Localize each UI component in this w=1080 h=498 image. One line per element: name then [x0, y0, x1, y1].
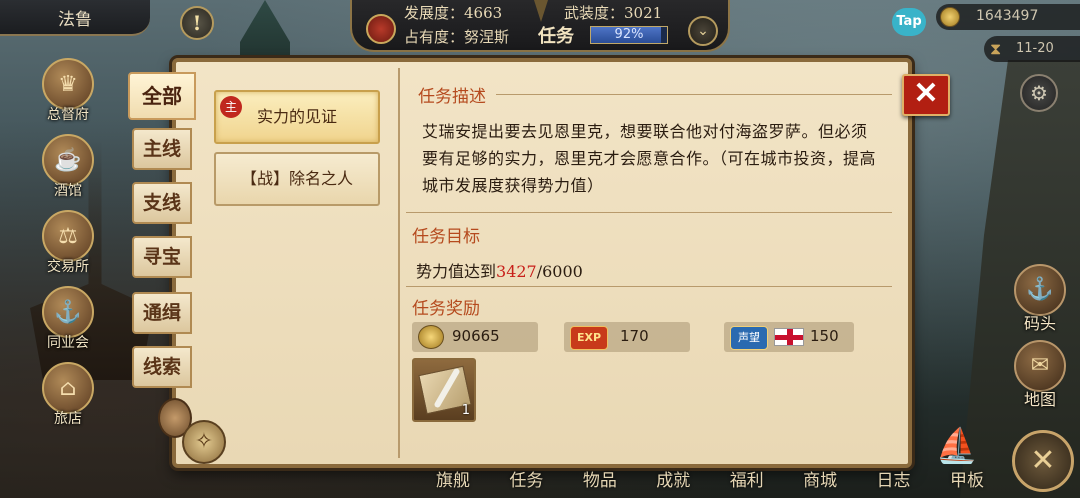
map-label: 地图 [1023, 390, 1056, 409]
building-label: 酒馆 [54, 183, 82, 199]
quest-item-proof-of-strength[interactable]: 主 实力的见证 [214, 90, 380, 144]
nav-flagship[interactable]: 旗舰 [436, 466, 470, 498]
map-icon: ✉ [1014, 340, 1066, 392]
tab-all[interactable]: 全部 [128, 72, 196, 120]
reward-gold-value: 90665 [452, 327, 500, 345]
section-divider [406, 286, 892, 287]
main-quest-tag: 主 [220, 96, 242, 118]
nav-mission[interactable]: 任务 [509, 466, 543, 498]
quest-label: 实力的见证 [256, 107, 337, 126]
fame-icon: 声望 [730, 326, 768, 350]
quest-item-battle[interactable]: 【战】除名之人 [214, 152, 380, 206]
stat-divider [534, 0, 548, 22]
building-label: 旅店 [54, 411, 82, 427]
building-label: 同业会 [47, 335, 89, 351]
development-stat: 发展度：4663 [404, 4, 503, 22]
beer-icon: ☕ [42, 134, 94, 186]
map-button[interactable]: ✉ 地图 [1012, 340, 1068, 410]
mission-progress-text: 92% [614, 27, 644, 42]
quest-goal: 势力值达到3427/6000 [416, 258, 583, 282]
city-name-label: 法鲁 [58, 9, 92, 30]
nav-achievements[interactable]: 成就 [656, 466, 690, 498]
ship-icon[interactable]: ⛵ [932, 426, 982, 482]
tap-button[interactable]: Tap [892, 8, 926, 36]
item-count: 1 [461, 403, 470, 418]
gear-icon[interactable]: ⚙ [1020, 74, 1058, 112]
nav-welfare[interactable]: 福利 [730, 466, 764, 498]
crown-icon: ♛ [42, 58, 94, 110]
coin-icon [418, 325, 444, 349]
nav-items[interactable]: 物品 [583, 466, 617, 498]
building-governor[interactable]: ♛ 总督府 [40, 58, 96, 124]
hourglass-icon: ⧗ [990, 39, 1002, 58]
reward-title: 任务奖励 [412, 299, 480, 319]
dock-label: 码头 [1023, 314, 1056, 333]
reward-exp-value: 170 [620, 327, 649, 345]
alert-icon[interactable]: ! [180, 6, 214, 40]
date-counter: ⧗ 11-20 [984, 36, 1080, 62]
reward-exp: EXP 170 [564, 322, 690, 352]
goal-current: 3427 [496, 262, 537, 281]
building-guild[interactable]: ⚓ 同业会 [40, 286, 96, 352]
occupation-stat: 占有度：努涅斯 [404, 28, 510, 46]
goal-prefix: 势力值达到 [416, 262, 497, 281]
gold-counter: 1643497 [936, 4, 1080, 30]
crossed-swords-icon[interactable]: ✕ [1012, 430, 1074, 492]
bottom-nav: 旗舰 任务 物品 成就 福利 商城 日志 甲板 [430, 466, 990, 498]
city-stats-bar: 发展度：4663 武装度：3021 占有度：努涅斯 任务 92% ⌄ [350, 0, 730, 52]
description-title: 任务描述 [418, 87, 486, 107]
inn-icon: ⌂ [42, 362, 94, 414]
reward-fame-value: 150 [810, 327, 839, 345]
tab-clues[interactable]: 线索 [132, 346, 192, 388]
dock-icon: ⚓ [1014, 264, 1066, 316]
england-flag-icon [774, 328, 804, 346]
building-exchange[interactable]: ⚖ 交易所 [40, 210, 96, 276]
nation-flag-icon[interactable] [366, 14, 396, 44]
nav-shop[interactable]: 商城 [803, 466, 837, 498]
nav-log[interactable]: 日志 [877, 466, 911, 498]
scales-icon: ⚖ [42, 210, 94, 262]
mission-panel: 主 实力的见证 【战】除名之人 任务描述 艾瑞安提出要去见恩里克，想要联合他对付… [172, 58, 912, 468]
date-value: 11-20 [1016, 41, 1054, 56]
armament-stat: 武装度：3021 [564, 4, 663, 22]
quest-label: 【战】除名之人 [240, 169, 353, 188]
tab-main[interactable]: 主线 [132, 128, 192, 170]
mission-tab-title: 任务 [538, 26, 574, 47]
tab-wanted[interactable]: 通缉 [132, 292, 192, 334]
exp-icon: EXP [570, 326, 608, 350]
tab-side[interactable]: 支线 [132, 182, 192, 224]
quest-list: 主 实力的见证 【战】除名之人 [196, 72, 396, 460]
compass-icon[interactable]: ✧ [182, 420, 226, 464]
coin-icon [940, 7, 960, 27]
building-inn[interactable]: ⌂ 旅店 [40, 362, 96, 428]
quest-detail: 任务描述 艾瑞安提出要去见恩里克，想要联合他对付海盗罗萨。但必须要有足够的实力，… [406, 72, 896, 462]
dock-button[interactable]: ⚓ 码头 [1012, 264, 1068, 334]
guild-icon: ⚓ [42, 286, 94, 338]
reward-item-slot[interactable]: 1 [412, 358, 476, 422]
building-label: 交易所 [47, 259, 89, 275]
section-divider [406, 212, 892, 213]
mission-progress-bar: 92% [590, 26, 668, 44]
building-label: 总督府 [47, 107, 89, 123]
city-name[interactable]: 法鲁 [0, 0, 150, 36]
reward-gold: 90665 [412, 322, 538, 352]
gold-value: 1643497 [976, 8, 1039, 24]
goal-title: 任务目标 [412, 227, 480, 247]
reward-fame: 声望 150 [724, 322, 854, 352]
building-tavern[interactable]: ☕ 酒馆 [40, 134, 96, 200]
close-button[interactable]: ✕ [902, 74, 950, 116]
goal-total: /6000 [536, 262, 583, 281]
panel-divider [398, 68, 400, 458]
chevron-down-icon[interactable]: ⌄ [688, 16, 718, 46]
section-divider [496, 94, 892, 95]
tab-treasure[interactable]: 寻宝 [132, 236, 192, 278]
quest-description: 艾瑞安提出要去见恩里克，想要联合他对付海盗罗萨。但必须要有足够的实力，恩里克才会… [422, 122, 877, 195]
